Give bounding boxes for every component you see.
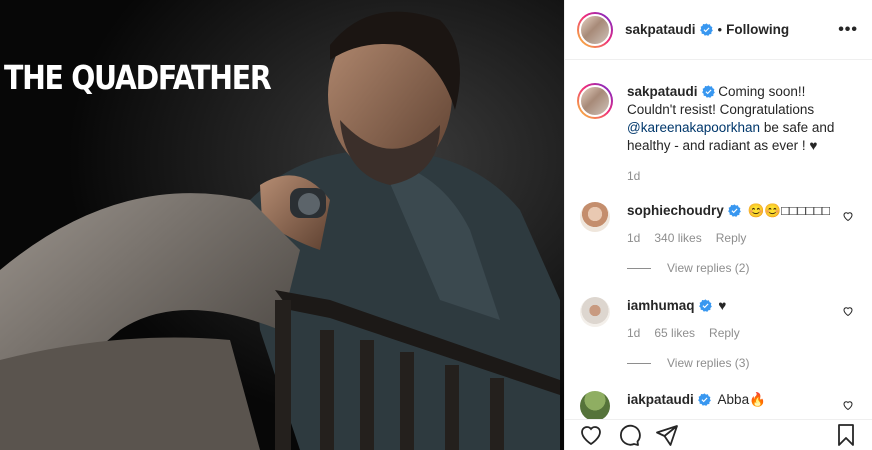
header-user-info: sakpataudi • Following: [625, 22, 789, 37]
comment-text: 😊😊□□□□□□: [747, 203, 831, 218]
heart-icon[interactable]: [579, 423, 603, 447]
post-side-panel: sakpataudi • Following ••• sakpataudi Co…: [564, 0, 872, 450]
comment-like-heart-icon[interactable]: [842, 210, 854, 222]
view-replies-button[interactable]: View replies (2): [627, 261, 872, 275]
comment-item: iamhumaq ♥ 1d 65 likes Reply: [565, 297, 872, 342]
caption-username[interactable]: sakpataudi: [627, 84, 698, 99]
comment-username[interactable]: sophiechoudry: [627, 203, 724, 218]
reply-button[interactable]: Reply: [716, 229, 747, 247]
comment-time: 1d: [627, 326, 641, 340]
view-replies-button[interactable]: View replies (3): [627, 356, 872, 370]
view-replies-label: View replies (2): [667, 261, 750, 275]
more-icon[interactable]: •••: [838, 21, 858, 39]
comment-like-heart-icon[interactable]: [842, 305, 854, 317]
comment-avatar[interactable]: [580, 391, 610, 419]
comment-likes[interactable]: 65 likes: [654, 324, 695, 342]
view-replies-label: View replies (3): [667, 356, 750, 370]
comment-avatar[interactable]: [580, 202, 610, 232]
view-replies-line: [627, 267, 651, 269]
caption-avatar[interactable]: [577, 83, 613, 119]
verified-icon: [697, 393, 711, 406]
comment-item: sophiechoudry 😊😊□□□□□□ 1d 340 likes Repl…: [565, 202, 872, 247]
caption-body: sakpataudi Coming soon!! Couldn't resist…: [627, 83, 858, 185]
post-actions-bar: [565, 419, 872, 450]
comment-username[interactable]: iakpataudi: [627, 392, 694, 407]
verified-icon: [701, 85, 715, 98]
post-image-title: THE QUADFATHER: [4, 58, 272, 97]
verified-icon: [727, 204, 741, 217]
bookmark-icon[interactable]: [834, 423, 858, 447]
comment-text: ♥: [718, 298, 727, 313]
post-header: sakpataudi • Following •••: [565, 0, 872, 60]
comment-likes[interactable]: 340 likes: [654, 229, 701, 247]
comment-body: sophiechoudry 😊😊□□□□□□ 1d 340 likes Repl…: [627, 202, 858, 247]
comment-meta: 1d 340 likes Reply: [627, 229, 858, 247]
verified-icon: [698, 299, 712, 312]
comment-time: 1d: [627, 231, 641, 245]
header-username[interactable]: sakpataudi: [625, 22, 696, 37]
comment-body: iamhumaq ♥ 1d 65 likes Reply: [627, 297, 858, 342]
post-image[interactable]: THE QUADFATHER: [0, 0, 564, 450]
comment-avatar[interactable]: [580, 297, 610, 327]
view-replies-line: [627, 362, 651, 364]
comment-item: iakpataudi Abba🔥: [565, 391, 872, 419]
verified-icon: [699, 23, 713, 36]
comment-like-heart-icon[interactable]: [842, 399, 854, 411]
share-icon[interactable]: [655, 423, 679, 447]
post-caption: sakpataudi Coming soon!! Couldn't resist…: [565, 61, 872, 185]
comment-icon[interactable]: [617, 423, 641, 447]
reply-button[interactable]: Reply: [709, 324, 740, 342]
avatar[interactable]: [577, 11, 613, 48]
caption-mention-link[interactable]: @kareenakapoorkhan: [627, 120, 760, 135]
comment-meta: 1d 65 likes Reply: [627, 324, 858, 342]
comments-list[interactable]: sakpataudi Coming soon!! Couldn't resist…: [565, 61, 872, 419]
comment-username[interactable]: iamhumaq: [627, 298, 695, 313]
comment-body: iakpataudi Abba🔥: [627, 391, 858, 419]
caption-time: 1d: [627, 169, 641, 183]
header-dot: •: [717, 22, 723, 37]
comment-text: Abba🔥: [717, 392, 766, 407]
following-button[interactable]: Following: [726, 22, 789, 37]
